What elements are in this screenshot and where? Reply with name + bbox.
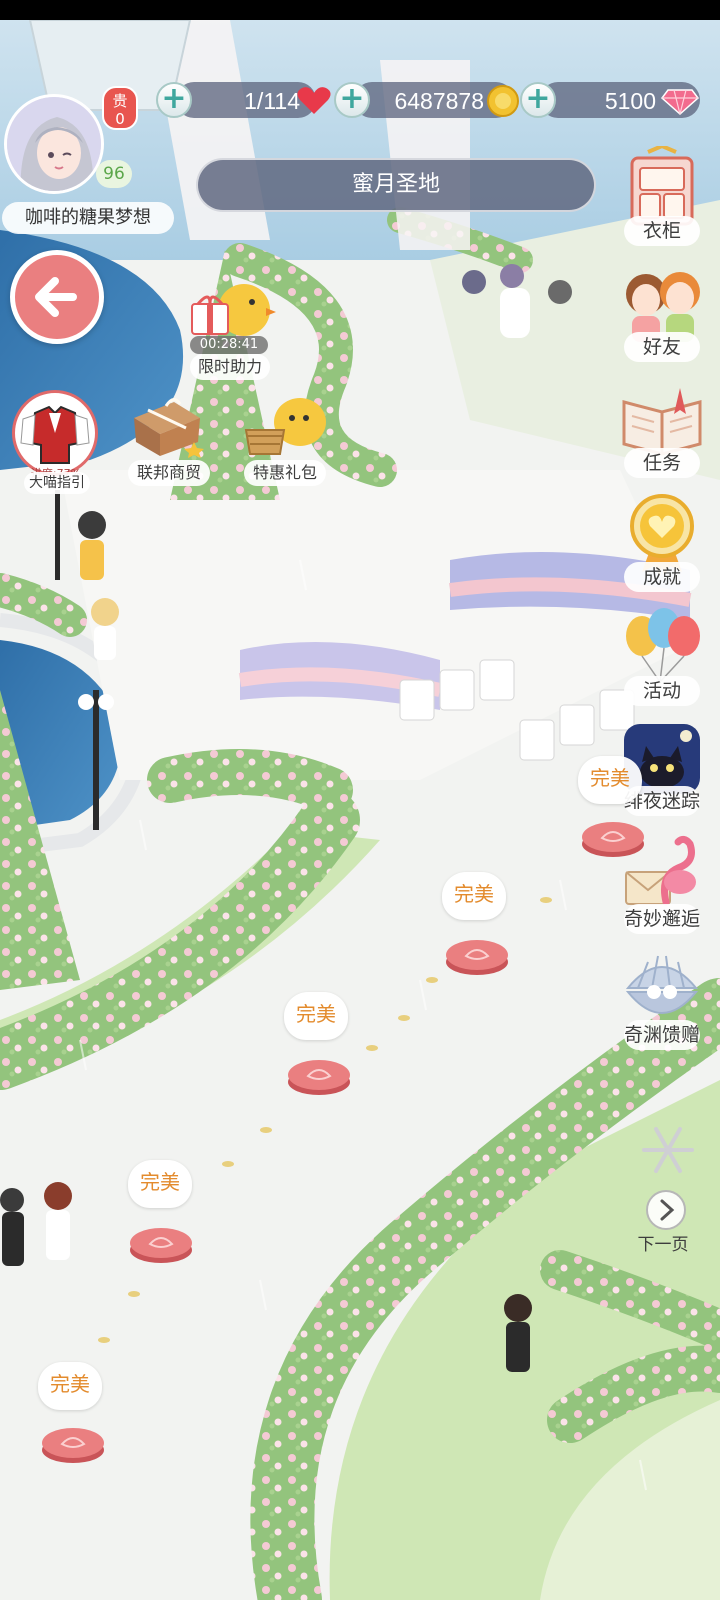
special-pack-button[interactable]	[240, 396, 330, 456]
add-stamina-button[interactable]: +	[156, 82, 192, 118]
diamond-value: 5100	[604, 88, 656, 114]
stage-rating: 完美	[442, 872, 506, 920]
add-gold-button[interactable]: +	[334, 82, 370, 118]
stage-node-2[interactable]	[444, 936, 510, 976]
heart-icon	[297, 87, 331, 114]
gift-box-icon	[134, 398, 204, 458]
next-page-circle	[646, 1190, 686, 1230]
guide-label[interactable]: 大喵指引	[24, 472, 90, 494]
location-title: 蜜月圣地	[351, 172, 440, 197]
federation-trade-button[interactable]	[126, 394, 208, 458]
vip-level: 0	[115, 110, 125, 128]
add-diamond-button[interactable]: +	[520, 82, 556, 118]
duck-basket-icon	[244, 398, 326, 455]
chevron-right-icon	[660, 1199, 675, 1221]
menu-events-label: 活动	[624, 676, 700, 706]
player-avatar[interactable]	[4, 94, 104, 194]
stage-rating: 完美	[578, 756, 642, 804]
menu-friends[interactable]: 好友	[620, 262, 704, 362]
stage-node-5[interactable]	[40, 1424, 106, 1464]
gold-value: 6487878	[394, 88, 484, 114]
menu-abyss-gift-label: 奇渊馈赠	[624, 1020, 700, 1050]
federation-trade-label[interactable]: 联邦商贸	[128, 460, 210, 486]
duck-gift-icon	[191, 284, 276, 336]
menu-abyss-gift[interactable]: 奇渊馈赠	[620, 948, 704, 1052]
stage-rating: 完美	[128, 1160, 192, 1208]
stamina-value: 1/114	[244, 88, 300, 114]
player-level: 96	[96, 160, 132, 188]
menu-achievements[interactable]: 成就	[620, 492, 704, 592]
menu-quests[interactable]: 任务	[620, 378, 704, 478]
limited-help-button[interactable]	[186, 282, 276, 342]
limited-help-timer: 00:28:41	[190, 336, 268, 354]
stage-rating: 完美	[284, 992, 348, 1040]
menu-friends-label: 好友	[624, 332, 700, 362]
player-name[interactable]: 咖啡的糖果梦想	[2, 202, 174, 234]
status-bar	[0, 0, 720, 20]
outfit-jacket-icon	[20, 405, 90, 464]
diamond-icon	[660, 89, 700, 116]
back-button[interactable]	[10, 250, 104, 344]
stage-node-4[interactable]	[128, 1224, 194, 1264]
menu-achievements-label: 成就	[624, 562, 700, 592]
menu-events[interactable]: 活动	[620, 606, 704, 706]
next-page-button[interactable]: 下一页	[626, 1180, 700, 1260]
stage-node-3[interactable]	[286, 1056, 352, 1096]
special-pack-label[interactable]: 特惠礼包	[244, 460, 326, 486]
gold-coin-icon	[487, 85, 519, 117]
stage-rating: 完美	[38, 1362, 102, 1410]
vip-badge[interactable]: 贵0	[102, 86, 138, 130]
guide-button[interactable]	[12, 390, 98, 476]
menu-wonderful-encounter-label: 奇妙邂逅	[624, 904, 700, 934]
menu-quests-label: 任务	[624, 448, 700, 478]
limited-help-label[interactable]: 限时助力	[190, 354, 270, 380]
arrow-left-icon	[35, 277, 77, 317]
next-page-label: 下一页	[637, 1235, 689, 1255]
location-banner: 蜜月圣地	[196, 158, 596, 212]
vip-prefix: 贵	[112, 92, 128, 110]
stage-node-1[interactable]	[580, 818, 646, 858]
menu-wardrobe[interactable]: 衣柜	[620, 146, 704, 246]
menu-wardrobe-label: 衣柜	[624, 216, 700, 246]
